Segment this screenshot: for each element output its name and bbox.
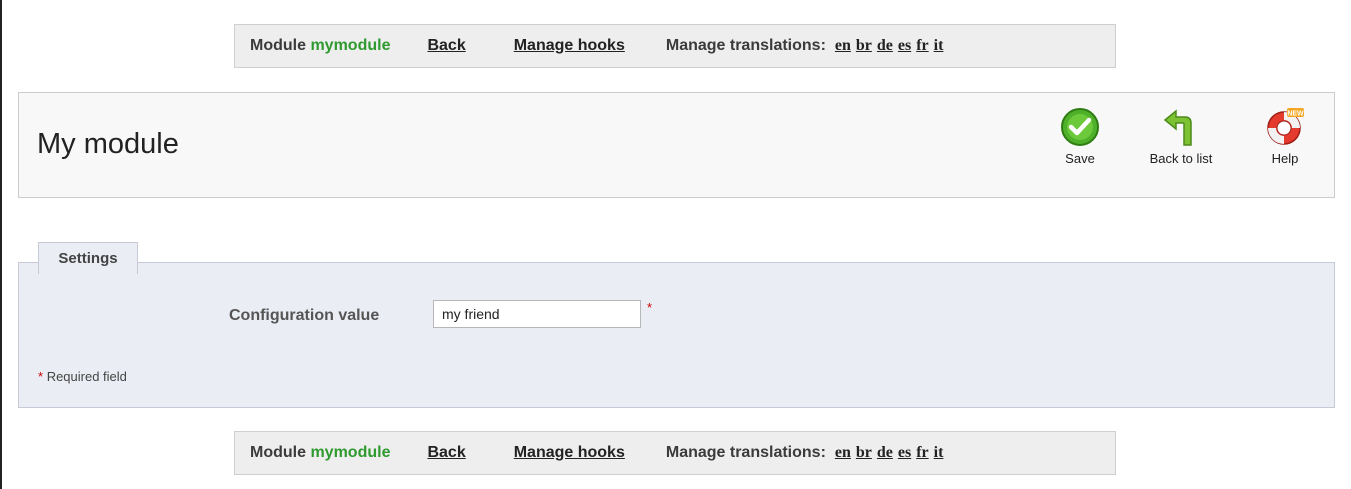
save-check-icon — [1061, 108, 1099, 146]
new-badge: NEW — [1287, 110, 1304, 117]
module-nav-bar-top: Module mymodule Back Manage hooks Manage… — [234, 24, 1116, 68]
help-button-label: Help — [1271, 151, 1299, 166]
lang-link-de[interactable]: de — [877, 37, 893, 55]
lang-link-it[interactable]: it — [934, 37, 944, 55]
lang-link-de[interactable]: de — [877, 444, 893, 462]
language-links: en br de es fr it — [835, 37, 944, 55]
module-title: Module mymodule — [250, 37, 391, 54]
required-note-star: * — [38, 369, 44, 384]
manage-hooks-link[interactable]: Manage hooks — [514, 444, 625, 462]
configuration-value-input[interactable] — [433, 300, 641, 328]
manage-translations-label: Manage translations: — [665, 37, 826, 54]
module-name: mymodule — [310, 444, 391, 461]
module-title: Module mymodule — [250, 444, 391, 461]
lifebuoy-icon: NEW — [1267, 108, 1304, 145]
manage-translations-label: Manage translations: — [665, 444, 826, 461]
help-button[interactable]: NEW Help — [1257, 107, 1313, 166]
lang-link-br[interactable]: br — [856, 37, 872, 55]
lang-link-fr[interactable]: fr — [916, 37, 928, 55]
language-links: en br de es fr it — [835, 444, 944, 462]
back-link[interactable]: Back — [427, 37, 465, 55]
lang-link-es[interactable]: es — [898, 444, 911, 462]
module-name: mymodule — [310, 37, 391, 54]
lang-link-fr[interactable]: fr — [916, 444, 928, 462]
page-toolbar: My module Save Back to list NEW Help — [18, 92, 1335, 198]
configuration-value-label: Configuration value — [229, 307, 380, 324]
lang-link-br[interactable]: br — [856, 444, 872, 462]
save-button-label: Save — [1065, 151, 1095, 166]
module-nav-bar-bottom: Module mymodule Back Manage hooks Manage… — [234, 431, 1116, 475]
required-note-text: Required field — [46, 369, 127, 384]
required-star: * — [647, 300, 653, 315]
back-to-list-button[interactable]: Back to list — [1136, 107, 1226, 166]
window-left-border — [0, 0, 2, 489]
save-button[interactable]: Save — [1052, 107, 1108, 166]
lang-link-it[interactable]: it — [934, 444, 944, 462]
return-arrow-icon — [1163, 109, 1192, 146]
lang-link-en[interactable]: en — [835, 444, 851, 462]
back-to-list-label: Back to list — [1149, 151, 1213, 166]
manage-hooks-link[interactable]: Manage hooks — [514, 37, 625, 55]
page-title: My module — [37, 128, 179, 160]
lang-link-en[interactable]: en — [835, 37, 851, 55]
lang-link-es[interactable]: es — [898, 37, 911, 55]
required-field-note: * Required field — [38, 369, 127, 384]
settings-legend: Settings — [38, 242, 138, 274]
settings-fieldset — [18, 262, 1335, 408]
back-link[interactable]: Back — [427, 444, 465, 462]
